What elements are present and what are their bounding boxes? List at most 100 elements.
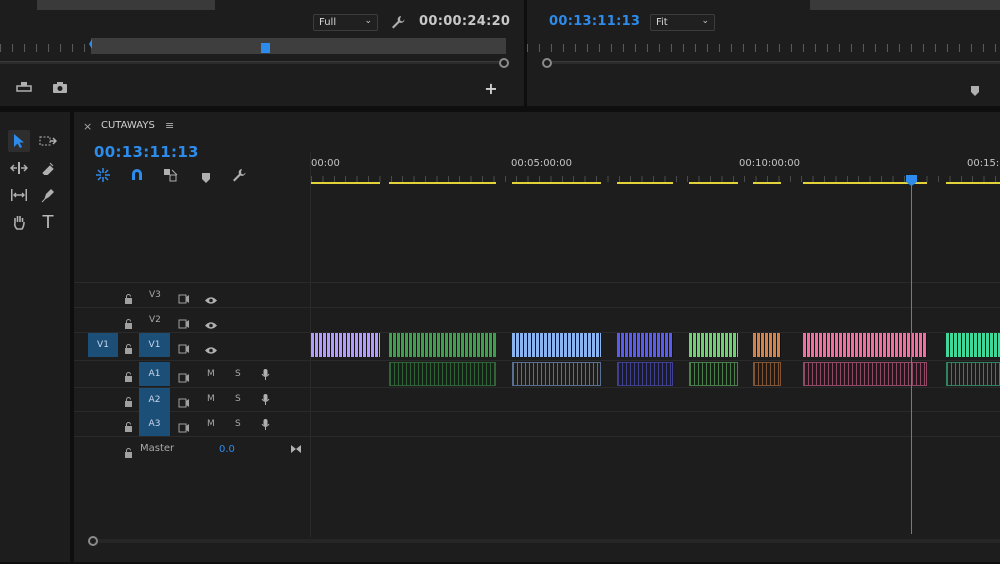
lock-icon[interactable]	[124, 443, 133, 458]
video-clip-group[interactable]	[803, 333, 927, 357]
mute-button[interactable]: M	[207, 394, 215, 404]
playhead-line	[911, 181, 912, 534]
lock-icon[interactable]	[124, 314, 133, 329]
sync-lock-icon[interactable]	[178, 368, 190, 383]
mute-button[interactable]: M	[207, 369, 215, 379]
timeline-zoom-handle-icon[interactable]	[88, 536, 98, 546]
solo-button[interactable]: S	[235, 394, 241, 404]
master-volume-value[interactable]: 0.0	[219, 444, 235, 455]
timeline-scrollbar[interactable]	[98, 539, 1000, 543]
timeline-timecode[interactable]: 00:13:11:13	[94, 143, 199, 161]
wrench-icon[interactable]	[390, 14, 406, 30]
lock-icon[interactable]	[124, 367, 133, 382]
sync-lock-icon[interactable]	[178, 393, 190, 408]
zoom-value: Fit	[656, 17, 668, 28]
audio-clip-group[interactable]	[753, 362, 781, 386]
ripple-edit-tool-icon[interactable]	[8, 157, 30, 179]
hand-tool-icon[interactable]	[8, 211, 30, 233]
source-in-out-range[interactable]	[91, 38, 506, 54]
render-bar	[512, 182, 601, 184]
eye-icon[interactable]	[204, 290, 218, 304]
timeline-panel: × CUTAWAYS ≡ 00:13:11:13 00:00 00:05:00:…	[74, 112, 1000, 562]
audio-clip-group[interactable]	[689, 362, 738, 386]
linked-selection-icon[interactable]	[163, 167, 179, 182]
sync-lock-icon[interactable]	[178, 314, 190, 329]
render-bar	[946, 182, 1000, 184]
eye-icon[interactable]	[204, 315, 218, 329]
razor-tool-icon[interactable]	[37, 157, 59, 179]
panel-menu-icon[interactable]: ≡	[165, 119, 174, 132]
track-divider	[74, 411, 1000, 412]
video-clip-group[interactable]	[946, 333, 1000, 357]
program-timecode[interactable]: 00:13:11:13	[549, 14, 640, 29]
slip-tool-icon[interactable]	[8, 184, 30, 206]
source-video-preview	[37, 0, 215, 10]
zoom-handle-icon[interactable]	[499, 58, 509, 68]
ruler-label-15: 00:15:	[967, 158, 1000, 169]
render-bar	[617, 182, 673, 184]
audio-clip-group[interactable]	[946, 362, 1000, 386]
chevron-down-icon: ⌄	[701, 16, 709, 26]
track-select-tool-icon[interactable]	[37, 130, 59, 152]
close-sequence-icon[interactable]: ×	[83, 120, 92, 133]
lock-icon[interactable]	[124, 289, 133, 304]
track-label-a1[interactable]: A1	[139, 362, 170, 386]
microphone-icon[interactable]	[261, 366, 270, 380]
source-playhead[interactable]	[261, 43, 270, 53]
marker-icon[interactable]	[970, 82, 980, 96]
solo-button[interactable]: S	[235, 419, 241, 429]
track-divider	[74, 282, 1000, 283]
track-label-v1[interactable]: V1	[139, 333, 170, 357]
lock-icon[interactable]	[124, 417, 133, 432]
video-clip-group[interactable]	[689, 333, 738, 357]
source-monitor: Full ⌄ 00:00:24:20 +	[0, 0, 524, 106]
video-clip-group[interactable]	[311, 333, 380, 357]
track-label-a2[interactable]: A2	[139, 388, 170, 412]
camera-icon[interactable]	[52, 81, 68, 96]
video-clip-group[interactable]	[512, 333, 601, 357]
master-channel-icon[interactable]	[290, 439, 302, 453]
program-zoom-handle-icon[interactable]	[542, 58, 552, 68]
source-patch-v1[interactable]: V1	[88, 333, 118, 357]
resolution-dropdown[interactable]: Full ⌄	[313, 14, 378, 31]
timeline-settings-wrench-icon[interactable]	[231, 167, 247, 183]
selection-tool-icon[interactable]	[8, 130, 30, 152]
nest-sequence-icon[interactable]	[95, 167, 111, 183]
ruler-label-5: 00:05:00:00	[511, 158, 573, 169]
track-label-v2[interactable]: V2	[149, 315, 161, 325]
lock-icon[interactable]	[124, 339, 133, 354]
sequence-tab[interactable]: CUTAWAYS	[101, 120, 155, 131]
audio-clip-group[interactable]	[512, 362, 601, 386]
sync-lock-icon[interactable]	[178, 289, 190, 304]
microphone-icon[interactable]	[261, 416, 270, 430]
lock-icon[interactable]	[124, 392, 133, 407]
master-track-label: Master	[140, 443, 175, 454]
add-marker-icon[interactable]	[201, 169, 211, 183]
audio-clip-group[interactable]	[803, 362, 927, 386]
render-bar	[389, 182, 496, 184]
source-zoom-bar[interactable]	[0, 61, 500, 64]
mute-button[interactable]: M	[207, 419, 215, 429]
pen-tool-icon[interactable]	[37, 184, 59, 206]
program-zoom-bar[interactable]	[552, 61, 1000, 64]
in-point-marker[interactable]	[88, 38, 94, 54]
video-clip-group[interactable]	[617, 333, 673, 357]
audio-clip-group[interactable]	[389, 362, 496, 386]
track-label-a3[interactable]: A3	[139, 412, 170, 436]
program-video-preview	[810, 0, 1000, 10]
type-tool-icon[interactable]: T	[37, 211, 59, 233]
source-timecode[interactable]: 00:00:24:20	[419, 14, 510, 29]
plus-icon[interactable]: +	[484, 81, 498, 97]
eye-icon[interactable]	[204, 340, 218, 354]
solo-button[interactable]: S	[235, 369, 241, 379]
video-clip-group[interactable]	[389, 333, 496, 357]
microphone-icon[interactable]	[261, 391, 270, 405]
export-frame-icon[interactable]	[15, 80, 33, 96]
sync-lock-icon[interactable]	[178, 418, 190, 433]
sync-lock-icon[interactable]	[178, 339, 190, 354]
snap-magnet-icon[interactable]	[130, 167, 144, 181]
video-clip-group[interactable]	[753, 333, 781, 357]
audio-clip-group[interactable]	[617, 362, 673, 386]
zoom-dropdown[interactable]: Fit ⌄	[650, 14, 715, 31]
track-label-v3[interactable]: V3	[149, 290, 161, 300]
